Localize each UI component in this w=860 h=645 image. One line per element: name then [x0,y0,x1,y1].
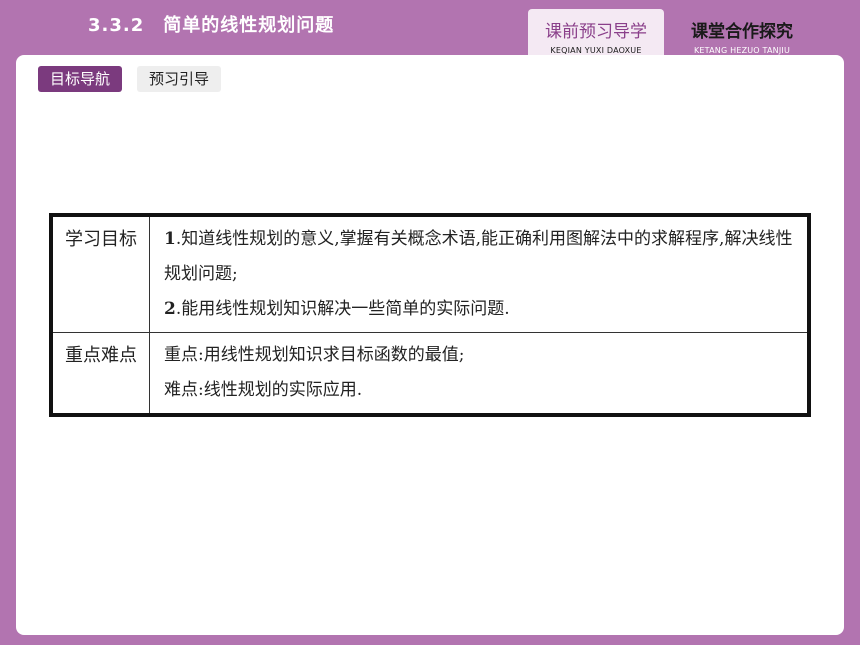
subtab-goal-navigation[interactable]: 目标导航 [38,66,123,92]
goal-item: 2.能用线性规划知识解决一些简单的实际问题. [164,292,797,327]
tab-preview-study-pinyin: KEQIAN YUXI DAOXUE [550,46,642,55]
tab-classroom-explore[interactable]: 课堂合作探究 KETANG HEZUO TANJIU [678,9,806,55]
goal-number: 1 [164,229,176,249]
content-panel: 目标导航 预习引导 学习目标 1.知道线性规划的意义,掌握有关概念术语,能正确利… [16,55,844,635]
row-header-key-difficulty: 重点难点 [50,332,150,416]
learning-goals-table: 学习目标 1.知道线性规划的意义,掌握有关概念术语,能正确利用图解法中的求解程序… [49,213,811,417]
tab-preview-study-label: 课前预习导学 [545,22,647,42]
table-row: 学习目标 1.知道线性规划的意义,掌握有关概念术语,能正确利用图解法中的求解程序… [50,214,810,333]
page-title: 3.3.2 简单的线性规划问题 [88,15,335,36]
row-header-learning-goals: 学习目标 [50,214,150,333]
tab-classroom-explore-pinyin: KETANG HEZUO TANJIU [693,46,791,55]
tab-classroom-explore-label: 课堂合作探究 [691,22,793,42]
goal-number: 2 [164,299,176,319]
key-point-text: 重点:用线性规划知识求目标函数的最值; [164,345,465,365]
goal-item: 1.知道线性规划的意义,掌握有关概念术语,能正确利用图解法中的求解程序,解决线性… [164,222,797,292]
row-content-learning-goals: 1.知道线性规划的意义,掌握有关概念术语,能正确利用图解法中的求解程序,解决线性… [149,214,810,333]
tab-preview-study[interactable]: 课前预习导学 KEQIAN YUXI DAOXUE [528,9,664,55]
table-row: 重点难点 重点:用线性规划知识求目标函数的最值; 难点:线性规划的实际应用. [50,332,810,416]
difficulty-text: 难点:线性规划的实际应用. [164,380,363,400]
goal-text: .知道线性规划的意义,掌握有关概念术语,能正确利用图解法中的求解程序,解决线性规… [164,229,793,284]
subtab-preview-guide[interactable]: 预习引导 [137,66,222,92]
goal-text: .能用线性规划知识解决一些简单的实际问题. [175,299,510,319]
row-content-key-difficulty: 重点:用线性规划知识求目标函数的最值; 难点:线性规划的实际应用. [149,332,810,416]
